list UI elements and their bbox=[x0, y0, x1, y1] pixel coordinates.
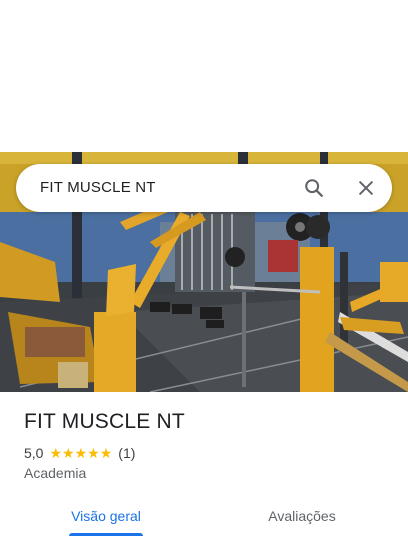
review-count[interactable]: (1) bbox=[118, 445, 135, 461]
close-icon bbox=[359, 181, 373, 195]
tab-overview[interactable]: Visão geral bbox=[60, 498, 152, 534]
star-rating: ★ ★ ★ ★ ★ bbox=[49, 446, 112, 460]
search-query-text[interactable]: FIT MUSCLE NT bbox=[40, 164, 156, 212]
close-button[interactable] bbox=[350, 172, 382, 204]
search-icon bbox=[305, 179, 323, 197]
active-tab-indicator bbox=[69, 533, 143, 536]
star-icon: ★ bbox=[62, 445, 75, 461]
star-icon: ★ bbox=[74, 445, 88, 461]
star-icon: ★ bbox=[49, 445, 63, 461]
place-category: Academia bbox=[24, 465, 87, 481]
tab-reviews[interactable]: Avaliações bbox=[256, 498, 348, 534]
search-bar[interactable]: FIT MUSCLE NT bbox=[16, 164, 392, 212]
rating-row[interactable]: 5,0 ★ ★ ★ ★ ★ (1) bbox=[24, 444, 135, 462]
rating-value: 5,0 bbox=[24, 445, 44, 461]
star-icon: ★ bbox=[87, 445, 100, 461]
tab-bar: Visão geral Avaliações bbox=[0, 498, 408, 544]
place-title: FIT MUSCLE NT bbox=[24, 410, 185, 433]
search-button[interactable] bbox=[298, 172, 330, 204]
star-icon: ★ bbox=[99, 445, 113, 461]
